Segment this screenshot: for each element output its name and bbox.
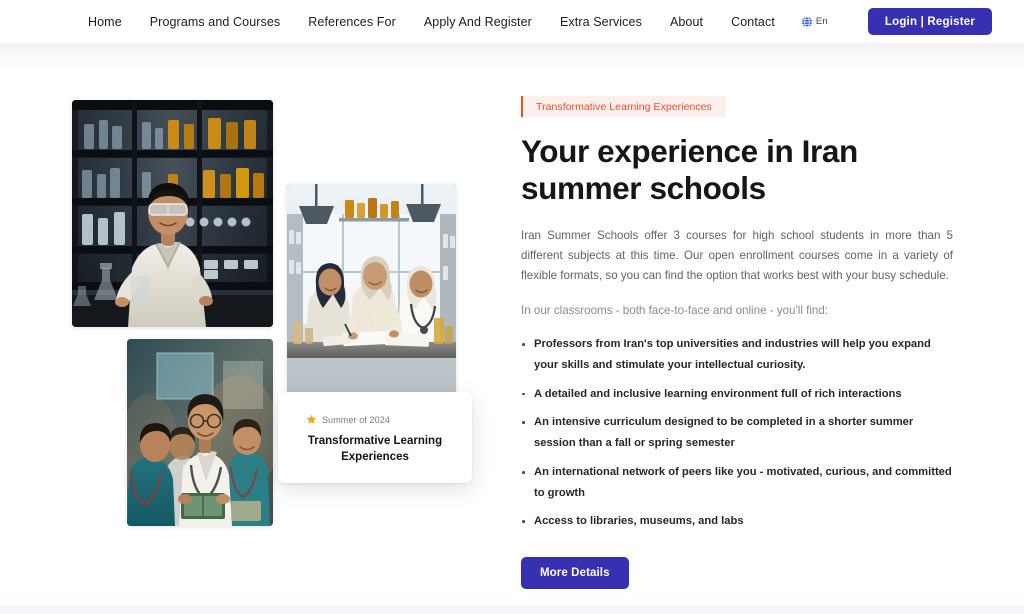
nav-item-contact[interactable]: Contact [717, 11, 789, 33]
nav-item-extra-services[interactable]: Extra Services [546, 11, 656, 33]
women-students-studying-photo [287, 184, 456, 405]
medical-students-group-photo [127, 339, 273, 526]
list-item: A detailed and inclusive learning enviro… [521, 384, 955, 405]
login-register-button[interactable]: Login | Register [867, 8, 992, 35]
nav-item-home[interactable]: Home [88, 11, 136, 33]
section-badge-label: Transformative Learning Experiences [536, 100, 712, 113]
hero-section: Summer of 2024 Transformative Learning E… [0, 43, 1024, 614]
page-title: Your experience in Iran summer schools [521, 133, 858, 207]
classrooms-lead-line: In our classrooms - both face-to-face an… [521, 303, 829, 317]
medical-students-group-image [127, 339, 273, 526]
section-badge: Transformative Learning Experiences [521, 96, 726, 117]
main-navigation: Home Programs and Courses References For… [88, 11, 828, 33]
list-item: An international network of peers like y… [521, 462, 955, 503]
card-tag-label: Summer of 2024 [322, 414, 390, 425]
card-tag: Summer of 2024 [306, 414, 456, 425]
nav-item-references-for[interactable]: References For [294, 11, 410, 33]
intro-paragraph: Iran Summer Schools offer 3 courses for … [521, 228, 953, 282]
card-title: Transformative Learning Experiences [307, 435, 443, 464]
star-icon [306, 414, 317, 424]
hero-content: Transformative Learning Experiences Your… [521, 43, 969, 590]
language-label: En [815, 16, 828, 27]
women-students-studying-image [287, 184, 456, 405]
site-header: Home Programs and Courses References For… [0, 0, 1024, 43]
photo-gallery: Summer of 2024 Transformative Learning E… [0, 43, 500, 614]
list-item: Professors from Iran's top universities … [521, 334, 955, 375]
footer-accent-strip [0, 605, 1024, 614]
nav-item-apply-and-register[interactable]: Apply And Register [410, 11, 546, 33]
list-item: An intensive curriculum designed to be c… [521, 412, 955, 453]
more-details-button[interactable]: More Details [521, 557, 629, 590]
nav-item-about[interactable]: About [656, 11, 717, 33]
summer-experience-card[interactable]: Summer of 2024 Transformative Learning E… [278, 392, 472, 483]
language-switcher[interactable]: En [801, 16, 828, 28]
student-in-chemistry-lab-photo [72, 100, 273, 327]
student-in-chemistry-lab-image [72, 100, 273, 327]
benefits-list: Professors from Iran's top universities … [521, 334, 955, 532]
nav-item-programs-and-courses[interactable]: Programs and Courses [136, 11, 295, 33]
globe-icon [801, 16, 812, 27]
list-item: Access to libraries, museums, and labs [521, 511, 955, 532]
